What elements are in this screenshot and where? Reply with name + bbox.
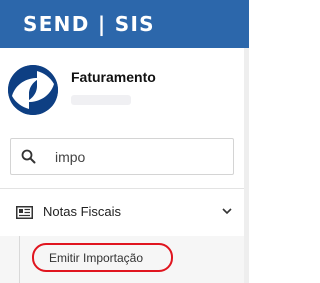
- menu-search-box: [10, 138, 234, 175]
- chevron-down-icon[interactable]: [222, 207, 232, 215]
- menu-search-input[interactable]: [55, 146, 225, 167]
- user-avatar[interactable]: [8, 65, 58, 115]
- sidebar: Faturamento Notas Fiscais Emitir Importa…: [0, 48, 249, 283]
- sidebar-item-label: Notas Fiscais: [43, 204, 122, 219]
- avatar-logo-icon: [8, 65, 58, 115]
- document-icon: [16, 206, 33, 219]
- app-brand: SEND | SIS: [23, 12, 155, 36]
- top-header: SEND | SIS: [0, 0, 249, 48]
- submenu-item-emitir-importacao[interactable]: Emitir Importação: [32, 243, 173, 272]
- divider: [0, 188, 244, 189]
- search-icon: [21, 149, 36, 164]
- user-name: Faturamento: [71, 69, 156, 85]
- submenu-tree-line: [19, 236, 20, 283]
- submenu-item-label: Emitir Importação: [49, 251, 144, 265]
- sidebar-item-notas-fiscais[interactable]: Notas Fiscais: [0, 194, 244, 230]
- user-subtitle-placeholder: [71, 95, 131, 105]
